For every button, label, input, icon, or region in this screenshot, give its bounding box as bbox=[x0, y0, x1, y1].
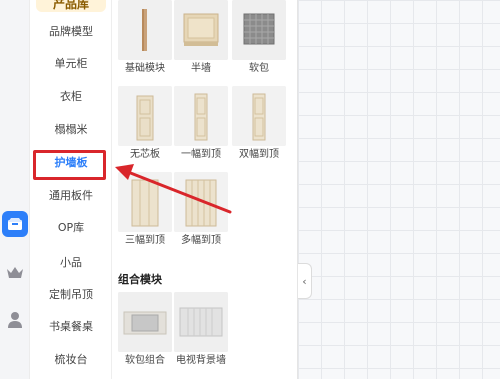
sidebar-item-wardrobe[interactable]: 衣柜 bbox=[30, 85, 112, 109]
product-label: 多幅到顶 bbox=[181, 235, 221, 246]
design-canvas[interactable] bbox=[298, 0, 500, 379]
chevron-left-icon: ‹ bbox=[302, 274, 307, 288]
product-card-coreless-board[interactable]: 无芯板 bbox=[118, 86, 172, 166]
product-card-multi-full-height[interactable]: 多幅到顶 bbox=[174, 172, 228, 252]
product-card-tv-background-wall[interactable]: 电视背景墙 bbox=[174, 292, 228, 372]
product-thumbnail bbox=[174, 86, 228, 146]
product-label: 电视背景墙 bbox=[176, 355, 226, 366]
product-thumbnail bbox=[232, 86, 286, 146]
user-icon[interactable] bbox=[2, 307, 28, 333]
sidebar-item-dresser[interactable]: 梳妆台 bbox=[30, 348, 112, 372]
category-sidebar: 产品库 品牌模型 单元柜 衣柜 榻榻米 护墙板 通用板件 OP库 小品 定制吊顶… bbox=[30, 0, 112, 379]
sidebar-item-unit-cabinet[interactable]: 单元柜 bbox=[30, 52, 112, 76]
section-title-combination: 组合模块 bbox=[118, 273, 162, 286]
product-panel: 基础模块 半墙 软包 无芯板 一幅到顶 双幅到顶 三幅到顶 多幅到顶 组合模块 … bbox=[112, 0, 298, 379]
product-label: 半墙 bbox=[191, 63, 211, 74]
product-thumbnail bbox=[174, 172, 228, 232]
product-card-basic-module[interactable]: 基础模块 bbox=[118, 0, 172, 80]
sidebar-item-general-boards[interactable]: 通用板件 bbox=[30, 184, 112, 208]
product-thumbnail bbox=[118, 292, 172, 352]
sidebar-header[interactable]: 产品库 bbox=[36, 0, 106, 12]
product-card-triple-full-height[interactable]: 三幅到顶 bbox=[118, 172, 172, 252]
product-label: 双幅到顶 bbox=[239, 149, 279, 160]
product-card-soft-pack[interactable]: 软包 bbox=[232, 0, 286, 80]
product-label: 软包 bbox=[249, 63, 269, 74]
sidebar-item-desk-dining-table[interactable]: 书桌餐桌 bbox=[30, 315, 112, 339]
collapse-panel-button[interactable]: ‹ bbox=[298, 263, 312, 299]
sidebar-item-brand-models[interactable]: 品牌模型 bbox=[30, 20, 112, 44]
product-card-soft-pack-combo[interactable]: 软包组合 bbox=[118, 292, 172, 372]
product-thumbnail bbox=[118, 0, 172, 60]
product-thumbnail bbox=[174, 0, 228, 60]
product-card-double-full-height[interactable]: 双幅到顶 bbox=[232, 86, 286, 166]
sidebar-item-accessories[interactable]: 小品 bbox=[30, 251, 112, 275]
product-label: 一幅到顶 bbox=[181, 149, 221, 160]
sidebar-item-op-library[interactable]: OP库 bbox=[30, 216, 112, 240]
product-thumbnail bbox=[232, 0, 286, 60]
box-icon[interactable] bbox=[2, 211, 28, 237]
product-thumbnail bbox=[118, 172, 172, 232]
product-card-half-wall[interactable]: 半墙 bbox=[174, 0, 228, 80]
product-card-single-full-height[interactable]: 一幅到顶 bbox=[174, 86, 228, 166]
sidebar-item-tatami[interactable]: 榻榻米 bbox=[30, 118, 112, 142]
product-thumbnail bbox=[174, 292, 228, 352]
sidebar-item-wall-panel[interactable]: 护墙板 bbox=[30, 151, 112, 175]
crown-icon[interactable] bbox=[2, 260, 28, 286]
product-thumbnail bbox=[118, 86, 172, 146]
icon-rail bbox=[0, 0, 30, 379]
sidebar-item-custom-ceiling[interactable]: 定制吊顶 bbox=[30, 283, 112, 307]
